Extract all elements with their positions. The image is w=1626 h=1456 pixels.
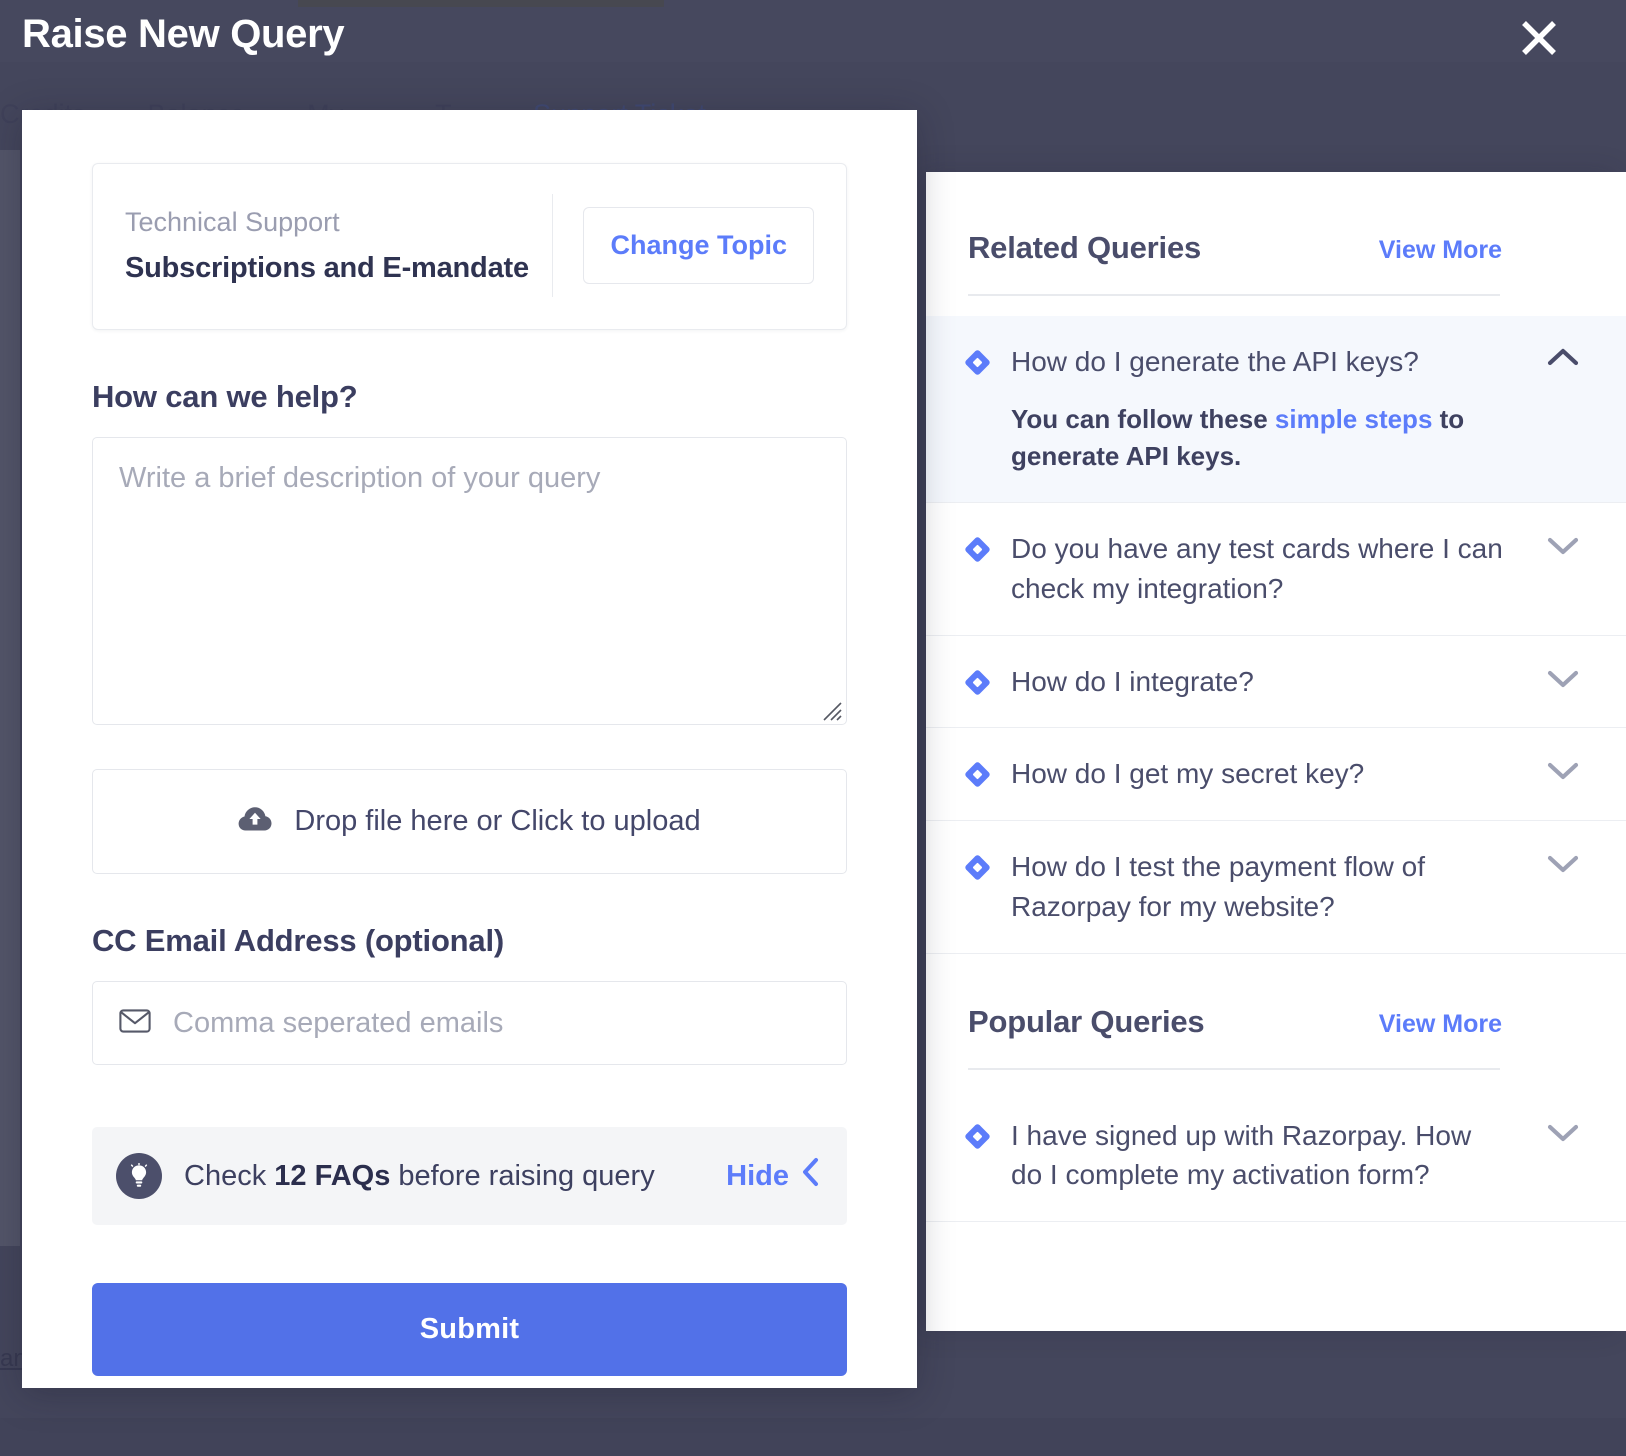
related-queries-header: Related Queries View More (926, 230, 1626, 266)
faq-hint-bar: Check 12 FAQs before raising query Hide (92, 1127, 847, 1225)
topic-divider (552, 194, 554, 297)
envelope-icon (119, 1008, 151, 1039)
chevron-down-icon[interactable] (1546, 1120, 1580, 1144)
chevron-left-icon (801, 1157, 821, 1195)
submit-button[interactable]: Submit (92, 1283, 847, 1376)
file-dropzone[interactable]: Drop file here or Click to upload (92, 769, 847, 874)
list-item[interactable]: I have signed up with Razorpay. How do I… (926, 1090, 1626, 1223)
list-item[interactable]: How do I get my secret key? (926, 728, 1626, 822)
diamond-bullet-icon (964, 1122, 991, 1150)
faq-suffix: before raising query (390, 1159, 655, 1192)
list-item[interactable]: How do I test the payment flow of Razorp… (926, 821, 1626, 954)
faq-hide-toggle[interactable]: Hide (726, 1157, 821, 1195)
cc-email-label: CC Email Address (optional) (92, 923, 504, 958)
query-question: How do I get my secret key? (1011, 758, 1365, 790)
chevron-down-icon[interactable] (1546, 851, 1580, 875)
list-item[interactable]: How do I generate the API keys? You can … (926, 316, 1626, 504)
diamond-bullet-icon (964, 349, 991, 376)
diamond-bullet-icon (964, 536, 991, 564)
topic-name: Subscriptions and E-mandate (125, 251, 529, 284)
change-topic-button[interactable]: Change Topic (583, 207, 814, 284)
chevron-up-icon[interactable] (1546, 346, 1580, 370)
query-question: How do I test the payment flow of Razorp… (1011, 851, 1425, 922)
query-question: Do you have any test cards where I can c… (1011, 533, 1503, 604)
description-field-wrapper (92, 437, 847, 725)
faq-hint-text: Check 12 FAQs before raising query (184, 1160, 704, 1193)
query-question: How do I integrate? (1011, 665, 1254, 697)
diamond-bullet-icon (964, 761, 991, 789)
related-queries-title: Related Queries (968, 230, 1202, 265)
help-label: How can we help? (92, 379, 358, 414)
close-icon[interactable] (1515, 14, 1563, 62)
related-view-more-link[interactable]: View More (1379, 236, 1502, 265)
popular-view-more-link[interactable]: View More (1379, 1010, 1502, 1039)
selected-topic-card: Technical Support Subscriptions and E-ma… (92, 163, 847, 330)
chevron-down-icon[interactable] (1546, 666, 1580, 690)
raise-query-dialog: Technical Support Subscriptions and E-ma… (22, 110, 917, 1388)
simple-steps-link[interactable]: simple steps (1275, 404, 1433, 434)
query-description-input[interactable] (92, 437, 847, 725)
page-title: Raise New Query (22, 12, 345, 56)
popular-queries-header: Popular Queries View More (926, 1004, 1626, 1040)
faq-prefix: Check (184, 1159, 275, 1192)
lightbulb-icon (116, 1153, 162, 1199)
query-answer: You can follow these simple steps to gen… (1011, 401, 1508, 476)
faq-count: 12 FAQs (274, 1159, 391, 1192)
popular-queries-title: Popular Queries (968, 1003, 1205, 1039)
query-question: I have signed up with Razorpay. How do I… (1011, 1119, 1472, 1191)
query-question: How do I generate the API keys? (1011, 346, 1419, 377)
diamond-bullet-icon (964, 854, 991, 882)
cloud-upload-icon (238, 805, 272, 838)
cc-email-field[interactable] (92, 981, 847, 1065)
faq-hide-label: Hide (726, 1159, 789, 1192)
answer-text-before: You can follow these (1011, 403, 1275, 434)
list-item[interactable]: Do you have any test cards where I can c… (926, 503, 1626, 636)
dropzone-label: Drop file here or Click to upload (294, 805, 701, 837)
chevron-down-icon[interactable] (1546, 533, 1580, 557)
diamond-bullet-icon (964, 668, 991, 696)
queries-side-panel: Related Queries View More How do I gener… (926, 172, 1626, 1331)
chevron-down-icon[interactable] (1546, 758, 1580, 782)
cc-email-input[interactable] (173, 1006, 820, 1040)
modal-header: Raise New Query (0, 0, 1626, 78)
list-item[interactable]: How do I integrate? (926, 636, 1626, 729)
topic-category: Technical Support (125, 206, 340, 237)
